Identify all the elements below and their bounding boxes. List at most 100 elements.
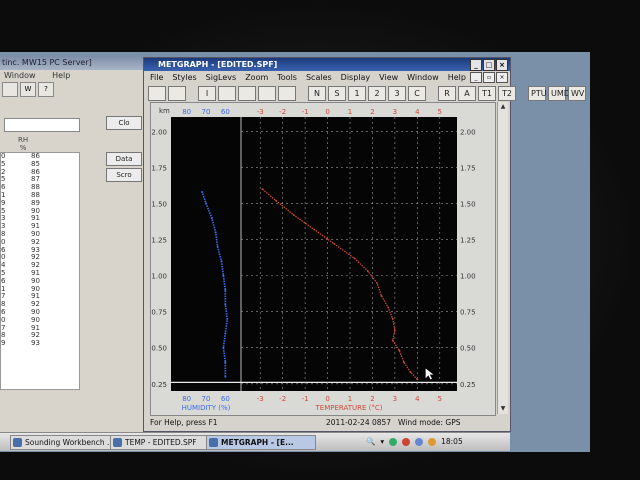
close-button[interactable]: Clo	[106, 116, 142, 130]
security-icon[interactable]	[402, 438, 411, 446]
humidity-point	[222, 346, 225, 349]
toolbar-icon[interactable]	[238, 85, 256, 101]
list-item[interactable]: 6 88	[1, 183, 79, 192]
temperature-tick-top: -3	[257, 108, 264, 116]
list-item[interactable]: 0 92	[1, 253, 79, 262]
menu-file[interactable]: File	[150, 71, 163, 84]
list-item[interactable]: 6 90	[1, 277, 79, 286]
toolbar-icon[interactable]	[2, 82, 18, 97]
list-item[interactable]: 0 90	[1, 316, 79, 325]
toolbar-button-t2[interactable]: T2	[498, 85, 516, 101]
height-tick-left: 1.50	[151, 201, 167, 209]
browser-icon[interactable]	[428, 438, 437, 446]
search-icon[interactable]: 🔍	[366, 433, 375, 451]
list-item[interactable]: 8 90	[1, 230, 79, 239]
menu-display[interactable]: Display	[341, 71, 371, 84]
list-item[interactable]: 9 89	[1, 199, 79, 208]
toolbar-button-c[interactable]: C	[408, 85, 426, 101]
list-item[interactable]: 1 88	[1, 191, 79, 200]
list-item[interactable]: 7 91	[1, 292, 79, 301]
scroll-down-icon[interactable]: ▼	[498, 404, 508, 414]
taskbar-item-metgraph[interactable]: METGRAPH - [E...	[206, 435, 316, 450]
scroll-button[interactable]: Scro	[106, 168, 142, 182]
rh-value: 92	[31, 261, 40, 270]
text-field[interactable]	[4, 118, 80, 132]
toolbar-button-2[interactable]: 2	[368, 85, 386, 101]
toolbar-icon[interactable]	[148, 85, 166, 101]
list-item[interactable]: 5 87	[1, 175, 79, 184]
toolbar-button-s[interactable]: S	[328, 85, 346, 101]
height-tick-right: 1.50	[460, 201, 476, 209]
menu-help[interactable]: Help	[52, 71, 70, 80]
humidity-point	[224, 303, 227, 306]
list-item[interactable]: 0 86	[1, 153, 79, 161]
toolbar-button-3[interactable]: 3	[388, 85, 406, 101]
list-item[interactable]: 6 93	[1, 245, 79, 255]
toolbar-w-button[interactable]: W	[20, 82, 36, 97]
toolbar-icon[interactable]	[258, 85, 276, 101]
doc-minimize-button[interactable]: _	[470, 72, 482, 83]
list-item[interactable]: 5 85	[1, 160, 79, 169]
toolbar-button-ptu[interactable]: PTU	[528, 85, 547, 101]
temperature-point	[402, 361, 405, 364]
mw15-server-window[interactable]: tinc. MW15 PC Server] Window Help W ? RH…	[0, 56, 147, 444]
volume-icon[interactable]	[415, 438, 424, 446]
list-item[interactable]: 3 91	[1, 222, 79, 231]
list-item[interactable]: 5 91	[1, 269, 79, 278]
list-item[interactable]: 0 92	[1, 238, 79, 247]
toolbar-icon[interactable]	[218, 85, 236, 101]
menu-styles[interactable]: Styles	[172, 71, 196, 84]
toolbar-icon[interactable]	[168, 85, 186, 101]
temperature-tick-bottom: -1	[302, 395, 309, 403]
menu-scales[interactable]: Scales	[306, 71, 332, 84]
list-item[interactable]: 2 86	[1, 168, 79, 177]
rh-value: 93	[31, 245, 40, 254]
menu-help[interactable]: Help	[448, 71, 466, 84]
list-item[interactable]: 9 93	[1, 339, 79, 348]
network-icon[interactable]	[389, 438, 398, 446]
scroll-up-icon[interactable]: ▲	[498, 102, 508, 112]
help-icon[interactable]: ?	[38, 82, 54, 97]
data-button[interactable]: Data	[106, 152, 142, 166]
list-item[interactable]: 3 91	[1, 214, 79, 223]
vertical-scrollbar[interactable]: ▲ ▼	[497, 102, 508, 414]
doc-close-button[interactable]: ×	[496, 72, 508, 83]
toolbar-button-t1[interactable]: T1	[478, 85, 496, 101]
menu-window[interactable]: Window	[4, 71, 36, 80]
list-item[interactable]: 1 90	[1, 285, 79, 294]
minimize-button[interactable]: _	[470, 59, 482, 71]
doc-restore-button[interactable]: ▫	[483, 72, 495, 83]
metgraph-toolbar: I N S 1 2 3 C R A T1 T2 PTU UMD WV	[144, 84, 586, 102]
rh-list[interactable]: 0 86 5 85 2 86 5 87 6 88 1 88 9 89 5 90 3 91 3 91 8 90 0 92 6 93 0…	[0, 152, 80, 390]
toolbar-button-wv[interactable]: WV	[568, 85, 586, 101]
toolbar-button-r[interactable]: R	[438, 85, 456, 101]
status-bar: For Help, press F1 2011-02-24 0857 Wind …	[148, 417, 500, 429]
toolbar-button-i[interactable]: I	[198, 85, 216, 101]
menu-window[interactable]: Window	[407, 71, 439, 84]
list-item[interactable]: 8 92	[1, 331, 79, 340]
taskbar-item-sounding-workbench[interactable]: Sounding Workbench ...	[10, 435, 116, 450]
metgraph-window[interactable]: METGRAPH - [EDITED.SPF] _ □ × File Styles…	[143, 57, 586, 432]
close-button[interactable]: ×	[496, 59, 508, 71]
toolbar-icon[interactable]	[278, 85, 296, 101]
menu-siglevs[interactable]: SigLevs	[206, 71, 237, 84]
menu-view[interactable]: View	[379, 71, 398, 84]
menu-tools[interactable]: Tools	[277, 71, 297, 84]
toolbar-button-a[interactable]: A	[458, 85, 476, 101]
toolbar-button-umd[interactable]: UMD	[548, 85, 570, 101]
list-item[interactable]: 5 90	[1, 207, 79, 216]
taskbar-item-temp[interactable]: TEMP - EDITED.SPF	[110, 435, 214, 450]
maximize-button[interactable]: □	[483, 59, 495, 71]
toolbar-button-1[interactable]: 1	[348, 85, 366, 101]
list-item[interactable]: 6 90	[1, 308, 79, 317]
toolbar-button-n[interactable]: N	[308, 85, 326, 101]
list-item[interactable]: 4 92	[1, 261, 79, 270]
temperature-point	[353, 257, 356, 260]
rh-value: 86	[31, 152, 40, 160]
clock[interactable]: 18:05	[441, 433, 463, 451]
list-item[interactable]: 7 91	[1, 324, 79, 333]
chevron-down-icon[interactable]: ▾	[380, 433, 384, 451]
humidity-tick-top: 70	[202, 108, 211, 116]
menu-zoom[interactable]: Zoom	[245, 71, 268, 84]
list-item[interactable]: 8 92	[1, 300, 79, 309]
